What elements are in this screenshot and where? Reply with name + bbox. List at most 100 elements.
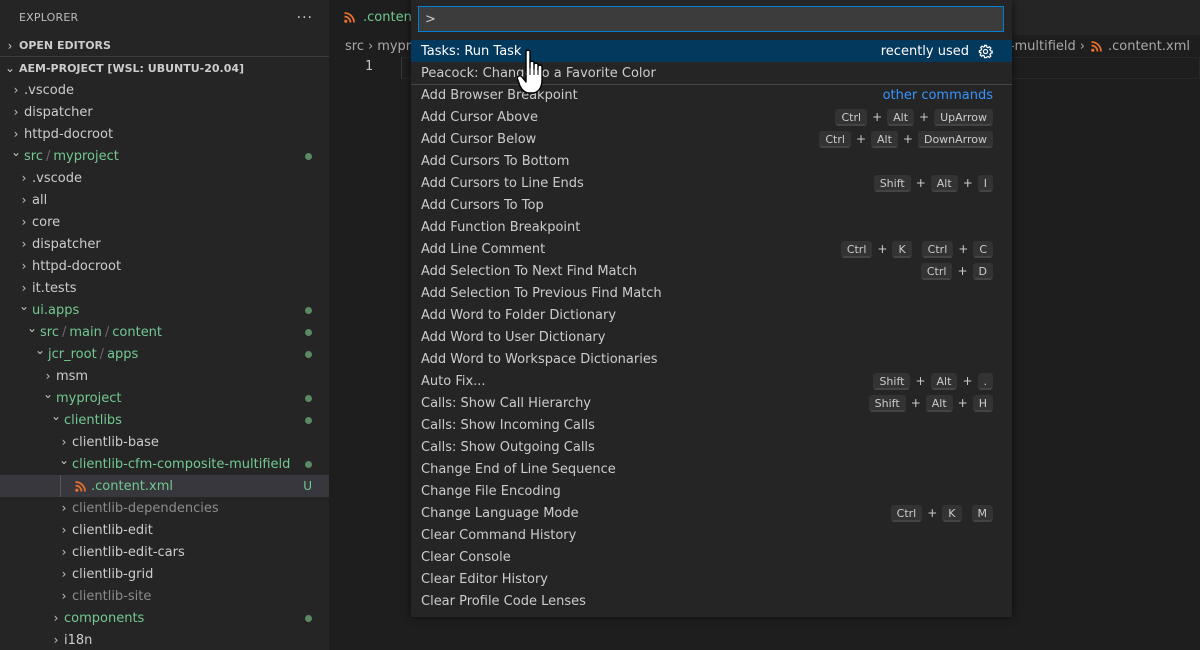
command-item[interactable]: Add Line Comment Ctrl + K Ctrl + C <box>411 238 1012 260</box>
key-cap: I <box>977 174 993 192</box>
tree-folder[interactable]: › .vscode <box>0 167 329 189</box>
gear-icon[interactable] <box>977 43 993 59</box>
tree-folder[interactable]: › clientlib-site <box>0 585 329 607</box>
tree-folder[interactable]: › i18n <box>0 629 329 650</box>
breadcrumb-item[interactable]: .content.xml <box>1108 39 1190 54</box>
path-separator: / <box>99 346 105 362</box>
tree-folder[interactable]: › all <box>0 189 329 211</box>
command-label: Add Browser Breakpoint <box>421 88 578 103</box>
command-item[interactable]: Calls: Show Call Hierarchy Shift + Alt + H <box>411 392 1012 414</box>
open-editors-label: OPEN EDITORS <box>19 39 111 52</box>
chevron-right-icon: › <box>13 105 19 119</box>
command-item[interactable]: Change File Encoding <box>411 480 1012 502</box>
key-cap: UpArrow <box>934 108 993 126</box>
path-segment: src <box>40 324 59 340</box>
tree-folder[interactable]: ⌄ jcr_root / apps <box>0 343 329 365</box>
key-plus: + <box>910 396 921 410</box>
key-cap: DownArrow <box>917 130 993 148</box>
tree-folder[interactable]: › it.tests <box>0 277 329 299</box>
command-item[interactable]: Add Browser Breakpoint other commands <box>411 84 1012 106</box>
tree-folder[interactable]: ⌄ ui.apps <box>0 299 329 321</box>
breadcrumb-separator-icon: › <box>367 38 374 54</box>
tree-item-label: myproject <box>56 390 122 406</box>
open-editors-section[interactable]: › OPEN EDITORS <box>0 35 329 57</box>
keybinding: Ctrl + D <box>920 262 993 280</box>
command-item[interactable]: Clear Console <box>411 546 1012 568</box>
keybinding: Ctrl + Alt + UpArrow <box>835 108 993 126</box>
tree-item-label: clientlib-edit <box>72 522 153 538</box>
tree-folder[interactable]: ⌄ src / main / content <box>0 321 329 343</box>
tree-item-label: .content.xml <box>91 478 174 494</box>
path-segment: main <box>69 324 102 340</box>
tree-folder[interactable]: ⌄ src / myproject <box>0 145 329 167</box>
other-commands-label: other commands <box>882 88 993 103</box>
command-label: Change End of Line Sequence <box>421 461 616 477</box>
command-item[interactable]: Add Cursor Above Ctrl + Alt + UpArrow <box>411 106 1012 128</box>
key-cap: Shift <box>873 174 911 192</box>
tree-folder[interactable]: › dispatcher <box>0 101 329 123</box>
tree-item-label: src / myproject <box>24 149 119 164</box>
tree-folder[interactable]: › .vscode <box>0 79 329 101</box>
command-item[interactable]: Peacock: Change to a Favorite Color <box>411 62 1012 84</box>
key-plus: + <box>902 132 913 146</box>
more-actions-icon[interactable]: ··· <box>297 10 313 26</box>
command-item[interactable]: Add Cursors To Top <box>411 194 1012 216</box>
workspace-root-section[interactable]: ⌄ AEM-PROJECT [WSL: UBUNTU-20.04] <box>0 57 329 79</box>
command-item[interactable]: Auto Fix... Shift + Alt +. <box>411 370 1012 392</box>
command-item[interactable]: Add Cursors to Line Ends Shift + Alt + I <box>411 172 1012 194</box>
command-item[interactable]: Add Word to Folder Dictionary <box>411 304 1012 326</box>
breadcrumb-item[interactable]: src <box>345 39 364 54</box>
command-label: Tasks: Run Task <box>421 43 522 59</box>
command-item[interactable]: Add Cursor Below Ctrl + Alt + DownArrow <box>411 128 1012 150</box>
command-item[interactable]: Add Word to Workspace Dictionaries <box>411 348 1012 370</box>
tree-folder[interactable]: › msm <box>0 365 329 387</box>
tree-file[interactable]: .content.xml U <box>0 475 329 497</box>
chevron-down-icon: ⌄ <box>42 387 54 401</box>
tree-folder[interactable]: ⌄ clientlibs <box>0 409 329 431</box>
command-label: Clear Command History <box>421 527 577 543</box>
command-item[interactable]: Change End of Line Sequence <box>411 458 1012 480</box>
command-item[interactable]: Clear Editor History <box>411 568 1012 590</box>
tree-folder[interactable]: › dispatcher <box>0 233 329 255</box>
tree-folder[interactable]: › clientlib-base <box>0 431 329 453</box>
command-label: Add Selection To Previous Find Match <box>421 285 662 301</box>
tree-folder[interactable]: › clientlib-dependencies <box>0 497 329 519</box>
command-item[interactable]: Clear Profile Code Lenses <box>411 590 1012 612</box>
command-item[interactable]: Add Word to User Dictionary <box>411 326 1012 348</box>
indent-guide <box>60 475 61 497</box>
path-segment: myproject <box>53 148 119 164</box>
command-item[interactable]: Calls: Show Outgoing Calls <box>411 436 1012 458</box>
command-item[interactable]: Clear Command History <box>411 524 1012 546</box>
chevron-right-icon: › <box>21 215 27 229</box>
command-label: Change File Encoding <box>421 483 561 499</box>
tree-folder[interactable]: › components <box>0 607 329 629</box>
chevron-right-icon: › <box>53 611 59 625</box>
tree-item-label: it.tests <box>32 280 77 296</box>
tree-folder[interactable]: › httpd-docroot <box>0 255 329 277</box>
tree-folder[interactable]: › clientlib-edit <box>0 519 329 541</box>
key-plus: + <box>962 374 973 388</box>
tree-folder[interactable]: ⌄ clientlib-cfm-composite-multifield <box>0 453 329 475</box>
tree-item-label: all <box>32 192 48 208</box>
command-item[interactable]: Tasks: Run Task recently used <box>411 40 1012 62</box>
keybinding: Shift + Alt +. <box>873 372 993 390</box>
command-label: Add Function Breakpoint <box>421 219 581 235</box>
key-plus: + <box>957 264 968 278</box>
tree-folder[interactable]: › core <box>0 211 329 233</box>
tree-item-label: .vscode <box>32 170 82 186</box>
command-item[interactable]: Change Language Mode Ctrl + K M <box>411 502 1012 524</box>
tree-folder[interactable]: ⌄ myproject <box>0 387 329 409</box>
command-item[interactable]: Add Selection To Next Find Match Ctrl + D <box>411 260 1012 282</box>
chevron-right-icon: › <box>21 259 27 273</box>
tree-folder[interactable]: › httpd-docroot <box>0 123 329 145</box>
tree-item-label: jcr_root / apps <box>48 347 138 362</box>
command-item[interactable]: Add Selection To Previous Find Match <box>411 282 1012 304</box>
command-palette-input[interactable] <box>418 6 1004 32</box>
command-item[interactable]: Calls: Show Incoming Calls <box>411 414 1012 436</box>
command-item[interactable]: Add Cursors To Bottom <box>411 150 1012 172</box>
path-segment: content <box>112 324 163 340</box>
command-item[interactable]: Add Function Breakpoint <box>411 216 1012 238</box>
tree-folder[interactable]: › clientlib-edit-cars <box>0 541 329 563</box>
path-segment: apps <box>107 346 139 362</box>
tree-folder[interactable]: › clientlib-grid <box>0 563 329 585</box>
